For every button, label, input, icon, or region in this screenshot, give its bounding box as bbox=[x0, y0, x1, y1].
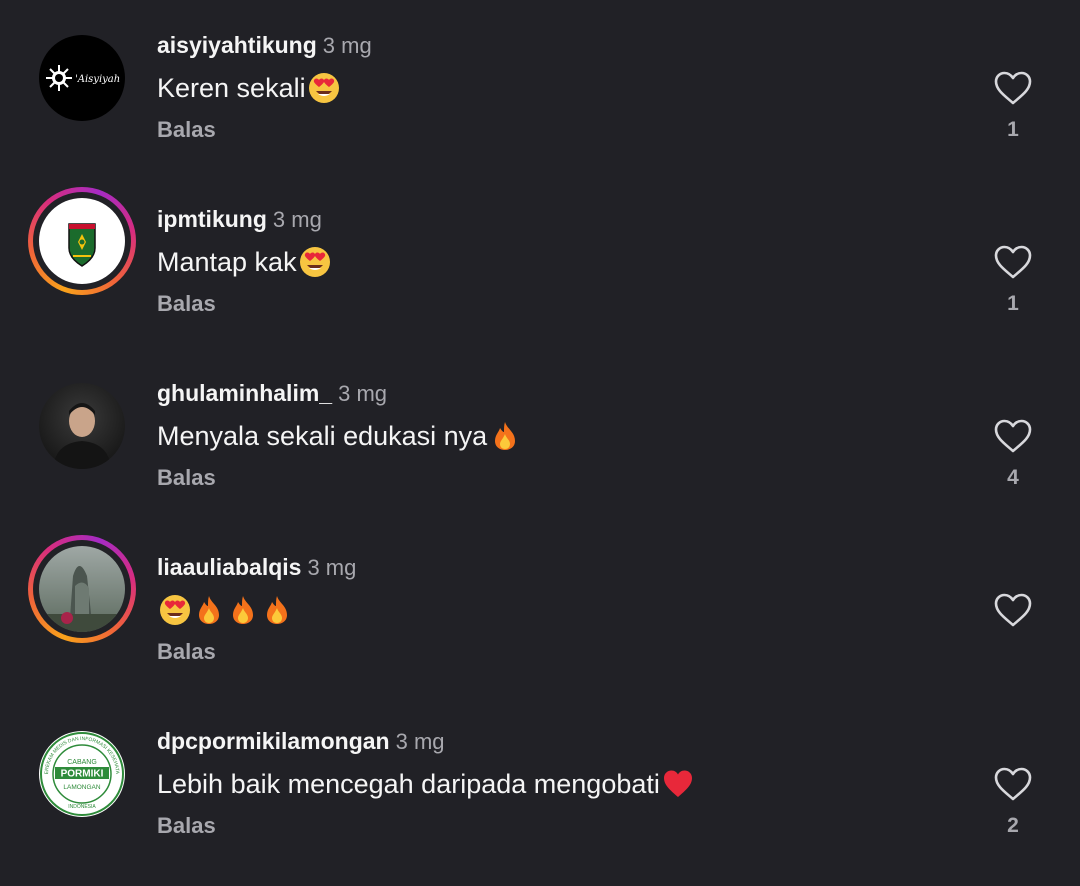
fire-emoji bbox=[227, 594, 259, 626]
svg-text:LAMONGAN: LAMONGAN bbox=[63, 784, 101, 791]
timestamp: 3 mg bbox=[338, 381, 388, 406]
username[interactable]: dpcpormikilamongan bbox=[157, 728, 390, 754]
timestamp: 3 mg bbox=[322, 33, 372, 58]
comment-item: ghulaminhalim_ 3 mg Menyala sekali edukas… bbox=[0, 364, 1080, 538]
ipm-shield-logo bbox=[68, 223, 96, 267]
comment-text: Lebih baik mencegah daripada mengobati bbox=[157, 768, 694, 800]
profile-photo bbox=[53, 403, 111, 469]
fire-emoji bbox=[261, 594, 293, 626]
like-count: 2 bbox=[1007, 814, 1019, 837]
svg-text:CABANG: CABANG bbox=[67, 759, 97, 766]
reply-button[interactable]: Balas bbox=[157, 813, 216, 839]
like-count: 4 bbox=[1007, 466, 1019, 489]
heart-eyes-emoji bbox=[299, 246, 331, 278]
heart-eyes-emoji bbox=[159, 594, 191, 626]
like-heart-icon[interactable] bbox=[993, 244, 1033, 280]
avatar[interactable]: CABANG PORMIKI LAMONGAN PEREKAM MEDIS DA… bbox=[28, 720, 136, 828]
comment-text: Keren sekali bbox=[157, 72, 340, 104]
profile-photo bbox=[39, 566, 125, 632]
timestamp: 3 mg bbox=[272, 207, 322, 232]
aisyiyah-logo: 'Aisyiyah bbox=[46, 65, 120, 91]
timestamp: 3 mg bbox=[395, 729, 445, 754]
reply-button[interactable]: Balas bbox=[157, 117, 216, 143]
like-heart-icon[interactable] bbox=[993, 70, 1033, 106]
comment-text: Mantap kak bbox=[157, 246, 331, 278]
like-heart-icon[interactable] bbox=[993, 592, 1033, 628]
avatar[interactable] bbox=[28, 187, 136, 295]
reply-button[interactable]: Balas bbox=[157, 291, 216, 317]
like-heart-icon[interactable] bbox=[993, 418, 1033, 454]
fire-emoji bbox=[489, 420, 521, 452]
heart-eyes-emoji bbox=[308, 72, 340, 104]
fire-emoji bbox=[193, 594, 225, 626]
avatar[interactable] bbox=[28, 372, 136, 480]
comment-text bbox=[157, 594, 293, 626]
svg-text:PORMIKI: PORMIKI bbox=[61, 769, 104, 780]
comment-item: 'Aisyiyah aisyiyahtikung 3 mg Keren sekal… bbox=[0, 16, 1080, 190]
comment-text: Menyala sekali edukasi nya bbox=[157, 420, 521, 452]
username[interactable]: ipmtikung bbox=[157, 206, 267, 232]
avatar[interactable] bbox=[28, 535, 136, 643]
like-heart-icon[interactable] bbox=[993, 766, 1033, 802]
comment-item: ipmtikung 3 mg Mantap kak Balas 1 bbox=[0, 187, 1080, 364]
reply-button[interactable]: Balas bbox=[157, 465, 216, 491]
username[interactable]: liaauliabalqis bbox=[157, 554, 301, 580]
like-count: 1 bbox=[1007, 118, 1019, 141]
reply-button[interactable]: Balas bbox=[157, 639, 216, 665]
avatar[interactable]: 'Aisyiyah bbox=[28, 24, 136, 132]
red-heart-emoji bbox=[662, 768, 694, 800]
svg-text:'Aisyiyah: 'Aisyiyah bbox=[75, 74, 120, 85]
svg-text:INDONESIA: INDONESIA bbox=[68, 804, 96, 810]
username[interactable]: aisyiyahtikung bbox=[157, 32, 317, 58]
timestamp: 3 mg bbox=[307, 555, 357, 580]
username[interactable]: ghulaminhalim_ bbox=[157, 380, 332, 406]
comment-item: liaauliabalqis 3 mg Balas bbox=[0, 535, 1080, 712]
pormiki-seal-logo: CABANG PORMIKI LAMONGAN PEREKAM MEDIS DA… bbox=[39, 731, 124, 816]
comment-item: CABANG PORMIKI LAMONGAN PEREKAM MEDIS DA… bbox=[0, 712, 1080, 886]
like-count: 1 bbox=[1007, 292, 1019, 315]
